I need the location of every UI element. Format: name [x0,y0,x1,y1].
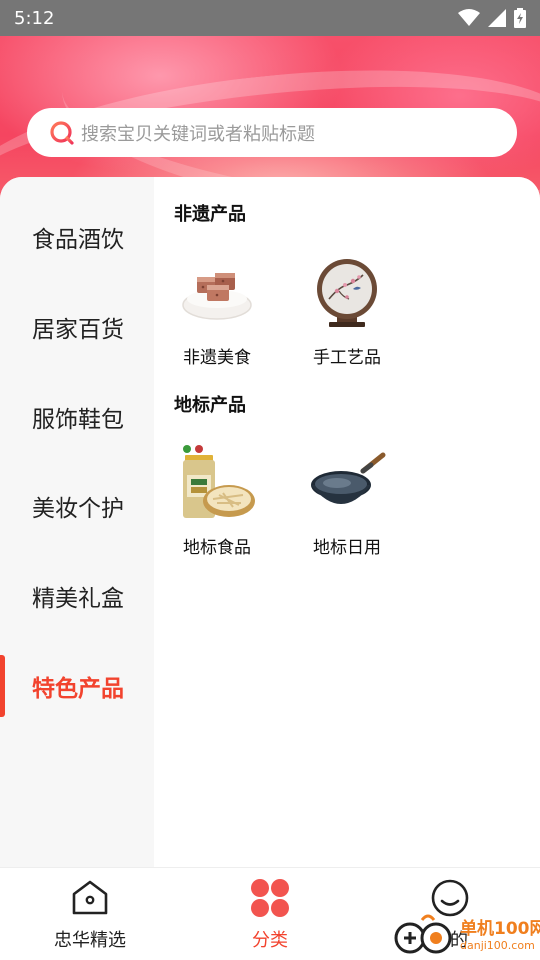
sidebar-item-label: 服饰鞋包 [32,407,124,433]
category-grid-icon [251,879,289,917]
search-icon [50,120,74,145]
product-label: 非遗美食 [183,348,251,368]
nav-label: 忠华精选 [54,930,126,951]
sidebar-item-label: 精美礼盒 [32,586,124,612]
sidebar-item-label: 特色产品 [32,676,124,702]
product-label: 地标食品 [183,538,251,558]
category-panel: 食品酒饮 居家百货 服饰鞋包 美妆个护 精美礼盒 特色产品 非遗产品 非遗美食 … [0,177,540,867]
watermark-text: 单机100网 [460,919,540,939]
nav-item-home[interactable]: 忠华精选 [0,868,180,960]
section-title: 地标产品 [174,395,246,416]
product-label: 地标日用 [313,538,381,558]
search-bar[interactable]: 搜索宝贝关键词或者粘贴标题 [27,108,517,157]
sidebar-item-specialty[interactable]: 特色产品 [0,641,154,731]
wifi-icon [458,9,480,26]
sidebar-item-apparel[interactable]: 服饰鞋包 [0,372,154,462]
category-sidebar: 食品酒饮 居家百货 服饰鞋包 美妆个护 精美礼盒 特色产品 [0,177,154,867]
embroidery-screen-image [317,259,377,327]
category-content: 非遗产品 非遗美食 手工艺品 地标产品 地标食品 地标日用 [154,177,540,867]
sidebar-item-household[interactable]: 居家百货 [0,282,154,372]
wok-pan-image [311,452,386,504]
status-icons [458,8,526,28]
home-icon [72,880,108,915]
signal-icon [488,9,506,27]
product-label: 手工艺品 [313,348,381,368]
sidebar-item-beauty[interactable]: 美妆个护 [0,461,154,551]
sidebar-item-food-drink[interactable]: 食品酒饮 [0,192,154,282]
section-title: 非遗产品 [174,204,246,225]
watermark: 单机100网 danji100.com [388,910,540,960]
watermark-url: danji100.com [460,939,535,952]
sidebar-item-label: 美妆个护 [32,496,124,522]
sidebar-item-label: 食品酒饮 [32,227,124,253]
food-dish-image [182,273,252,320]
product-item[interactable]: 非遗美食 [162,255,272,375]
watermark-logo-icon [394,914,452,954]
battery-icon [514,8,526,28]
nav-item-category[interactable]: 分类 [180,868,360,960]
sidebar-item-gift-box[interactable]: 精美礼盒 [0,551,154,641]
nav-label: 分类 [252,930,288,951]
search-input[interactable]: 搜索宝贝关键词或者粘贴标题 [81,120,315,146]
sidebar-item-label: 居家百货 [32,317,124,343]
product-item[interactable]: 地标食品 [162,445,272,565]
jar-snack-image [183,445,255,518]
active-indicator [0,655,5,717]
product-item[interactable]: 地标日用 [292,445,402,565]
status-bar: 5:12 [0,0,540,36]
product-item[interactable]: 手工艺品 [292,255,402,375]
status-time: 5:12 [14,7,55,29]
